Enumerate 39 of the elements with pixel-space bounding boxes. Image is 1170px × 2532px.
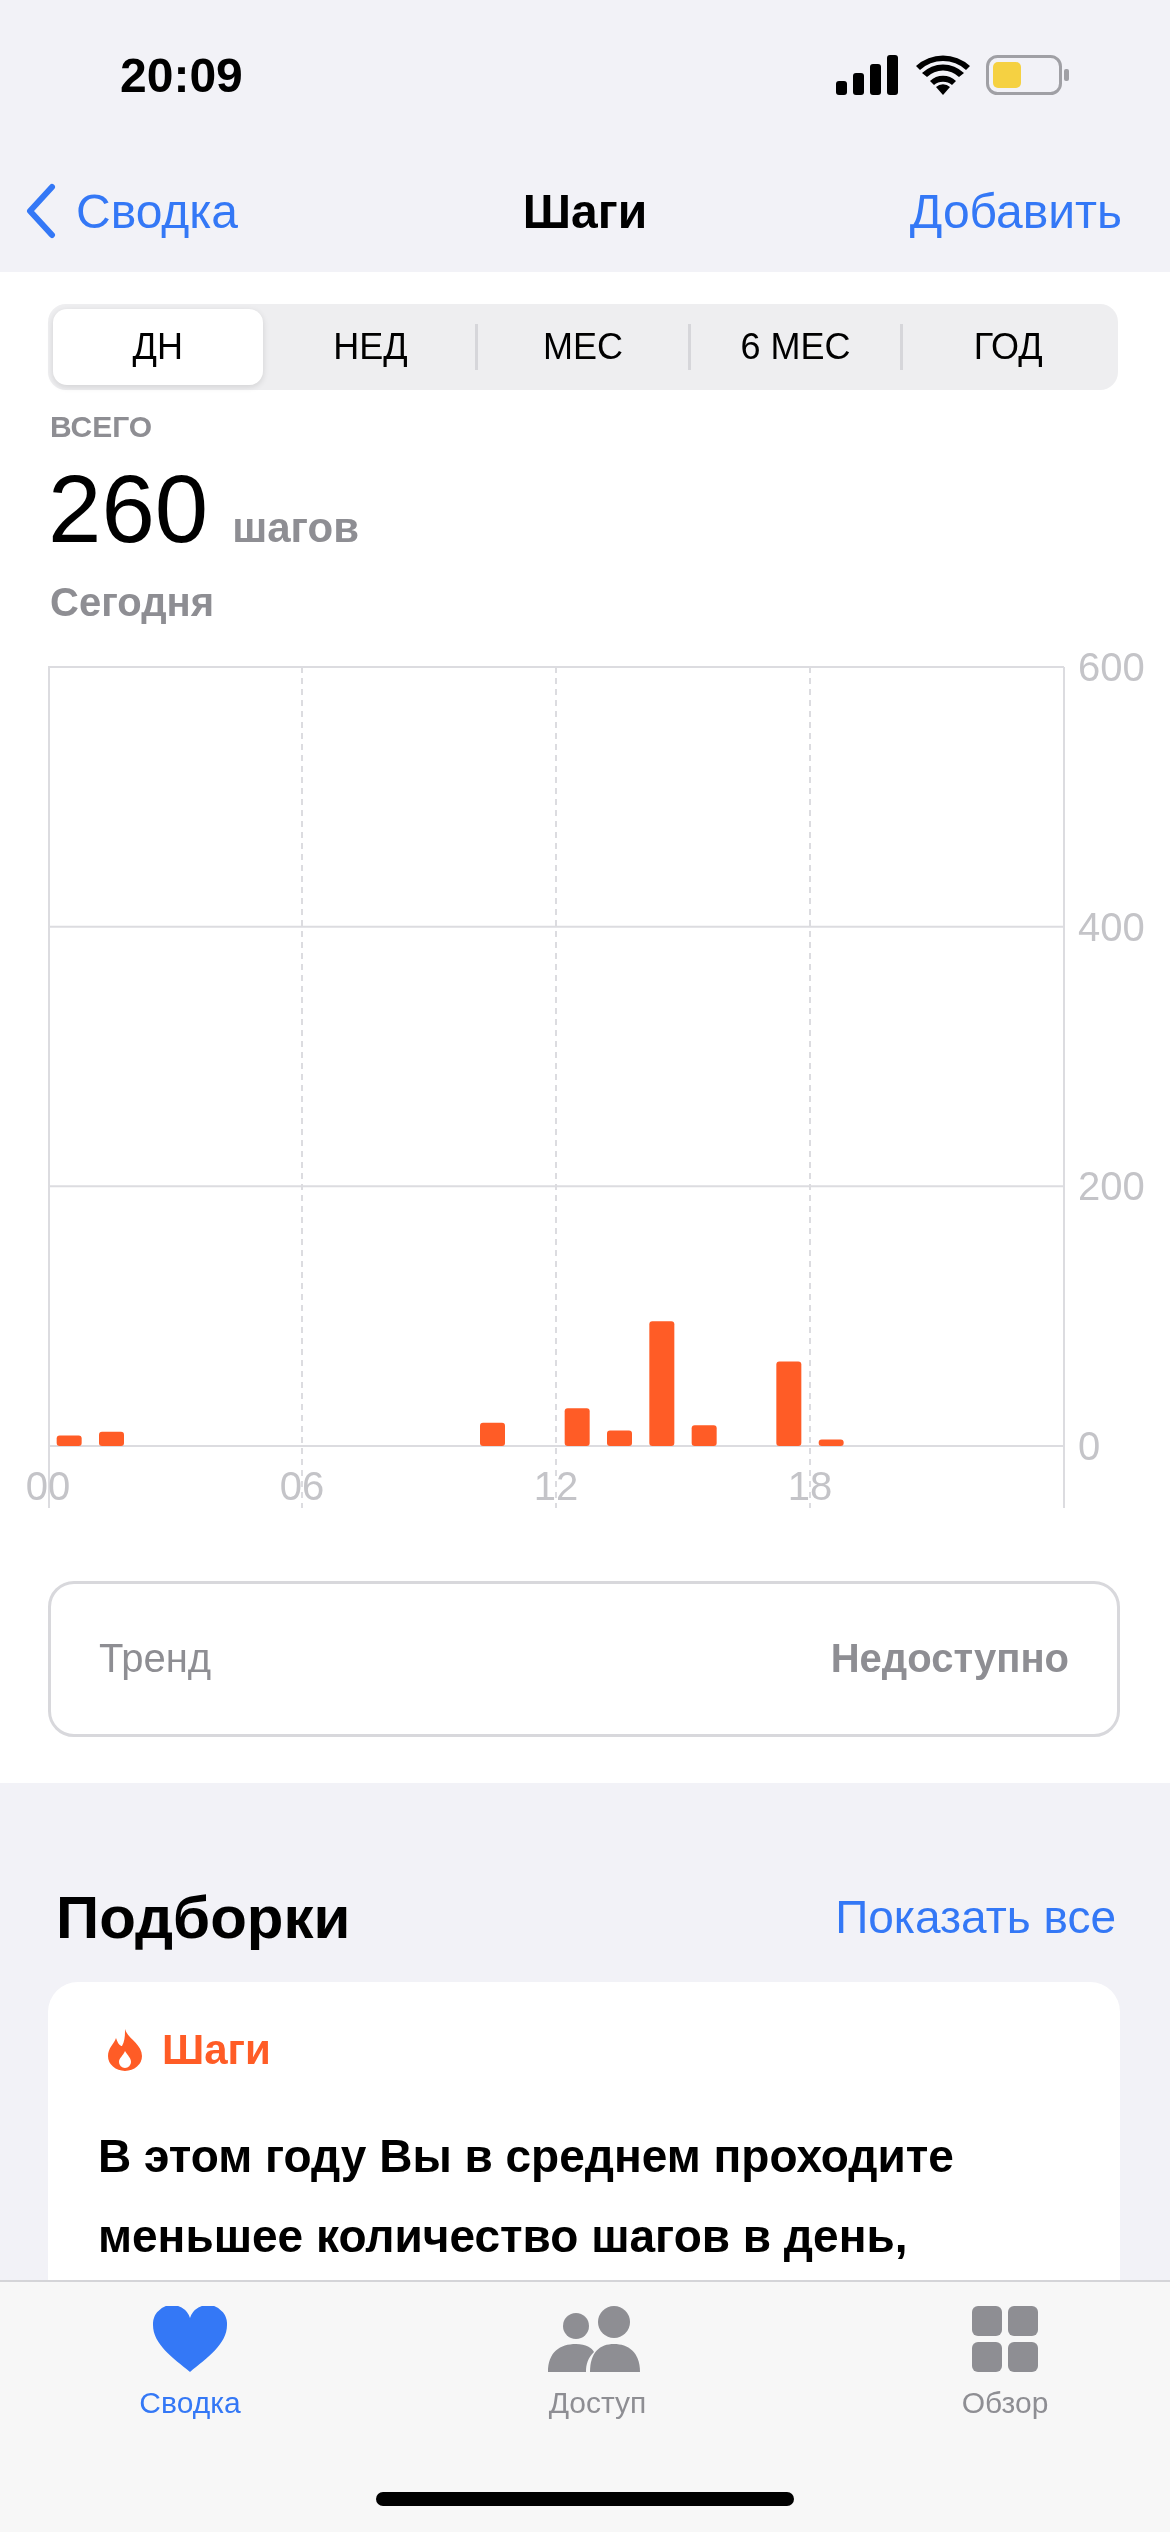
x-axis-label: 12 — [533, 1463, 579, 1508]
period-tab[interactable]: НЕД — [265, 309, 476, 385]
back-link[interactable]: Сводка — [26, 183, 239, 239]
trend-value: Недоступно — [830, 1636, 1069, 1682]
chevron-left-icon — [26, 183, 56, 239]
trend-card[interactable]: Тренд Недоступно — [48, 1580, 1120, 1737]
heart-icon — [153, 2306, 227, 2372]
y-axis-label: 0 — [1078, 1423, 1101, 1468]
trend-label: Тренд — [99, 1636, 212, 1682]
period-tab[interactable]: ДН — [53, 309, 263, 385]
x-axis-label: 00 — [25, 1463, 71, 1508]
y-axis-label: 600 — [1078, 644, 1145, 689]
y-axis-label: 400 — [1078, 904, 1145, 949]
status-time: 20:09 — [120, 47, 243, 103]
section-title: Подборки — [56, 1882, 351, 1952]
battery-icon — [986, 55, 1070, 95]
show-all-link[interactable]: Показать все — [835, 1890, 1116, 1945]
period-tab[interactable]: 6 МЕС — [690, 309, 901, 385]
signal-icon — [836, 55, 900, 95]
screen-title: Шаги — [522, 183, 648, 239]
card-text: В этом году Вы в среднем проходите меньшее количество шагов в день, — [98, 2128, 955, 2264]
x-axis-label: 06 — [279, 1463, 325, 1508]
total-value: 260 — [48, 456, 209, 562]
y-axis-label: 200 — [1078, 1163, 1145, 1208]
grid-icon — [972, 2306, 1038, 2372]
x-axis-label: 18 — [787, 1463, 833, 1508]
tab-bar-item[interactable]: Сводка — [90, 2306, 290, 2420]
card-category: Шаги — [162, 2025, 271, 2074]
tab-bar-item[interactable]: Обзор — [905, 2306, 1105, 2420]
total-unit: шагов — [232, 505, 359, 552]
flame-icon — [108, 2028, 142, 2071]
wifi-icon — [916, 55, 970, 95]
period-tab[interactable]: ГОД — [903, 309, 1113, 385]
tab-bar-item[interactable]: Доступ — [497, 2306, 698, 2420]
highlight-card[interactable]: Шаги В этом году Вы в среднем проходите меньшее количество шагов в день, — [48, 1981, 1120, 2280]
period-label: Сегодня — [50, 579, 216, 625]
total-caption: ВСЕГО — [50, 410, 154, 444]
period-tab[interactable]: МЕС — [478, 309, 688, 385]
add-link[interactable]: Добавить — [909, 183, 1122, 239]
